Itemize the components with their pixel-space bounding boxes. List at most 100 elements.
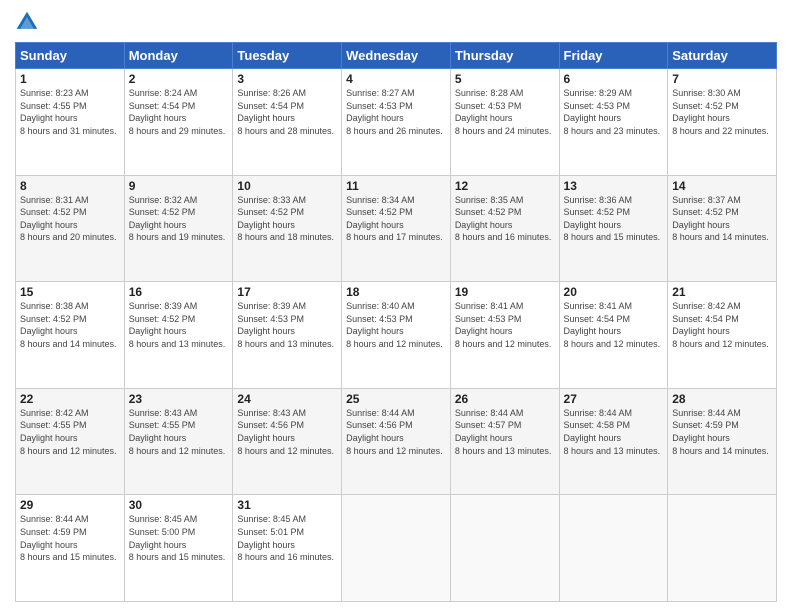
calendar-cell: 11Sunrise: 8:34 AMSunset: 4:52 PMDayligh… (342, 175, 451, 282)
day-info: Sunrise: 8:40 AMSunset: 4:53 PMDaylight … (346, 300, 446, 350)
day-number: 22 (20, 392, 120, 406)
day-header-tuesday: Tuesday (233, 43, 342, 69)
day-header-wednesday: Wednesday (342, 43, 451, 69)
day-number: 13 (564, 179, 664, 193)
calendar-cell: 9Sunrise: 8:32 AMSunset: 4:52 PMDaylight… (124, 175, 233, 282)
page: SundayMondayTuesdayWednesdayThursdayFrid… (0, 0, 792, 612)
day-number: 26 (455, 392, 555, 406)
calendar-cell (559, 495, 668, 602)
day-number: 9 (129, 179, 229, 193)
calendar-cell: 7Sunrise: 8:30 AMSunset: 4:52 PMDaylight… (668, 69, 777, 176)
day-info: Sunrise: 8:31 AMSunset: 4:52 PMDaylight … (20, 194, 120, 244)
day-number: 20 (564, 285, 664, 299)
calendar-cell: 26Sunrise: 8:44 AMSunset: 4:57 PMDayligh… (450, 388, 559, 495)
day-number: 15 (20, 285, 120, 299)
day-number: 19 (455, 285, 555, 299)
day-info: Sunrise: 8:39 AMSunset: 4:52 PMDaylight … (129, 300, 229, 350)
day-info: Sunrise: 8:44 AMSunset: 4:59 PMDaylight … (672, 407, 772, 457)
week-row-3: 15Sunrise: 8:38 AMSunset: 4:52 PMDayligh… (16, 282, 777, 389)
day-number: 24 (237, 392, 337, 406)
day-header-saturday: Saturday (668, 43, 777, 69)
day-info: Sunrise: 8:42 AMSunset: 4:55 PMDaylight … (20, 407, 120, 457)
calendar-cell: 22Sunrise: 8:42 AMSunset: 4:55 PMDayligh… (16, 388, 125, 495)
calendar-cell: 30Sunrise: 8:45 AMSunset: 5:00 PMDayligh… (124, 495, 233, 602)
day-info: Sunrise: 8:24 AMSunset: 4:54 PMDaylight … (129, 87, 229, 137)
header-row: SundayMondayTuesdayWednesdayThursdayFrid… (16, 43, 777, 69)
day-header-monday: Monday (124, 43, 233, 69)
calendar-cell (342, 495, 451, 602)
day-number: 23 (129, 392, 229, 406)
day-info: Sunrise: 8:35 AMSunset: 4:52 PMDaylight … (455, 194, 555, 244)
week-row-4: 22Sunrise: 8:42 AMSunset: 4:55 PMDayligh… (16, 388, 777, 495)
day-info: Sunrise: 8:30 AMSunset: 4:52 PMDaylight … (672, 87, 772, 137)
day-number: 12 (455, 179, 555, 193)
calendar-cell: 18Sunrise: 8:40 AMSunset: 4:53 PMDayligh… (342, 282, 451, 389)
day-number: 8 (20, 179, 120, 193)
day-number: 6 (564, 72, 664, 86)
day-info: Sunrise: 8:39 AMSunset: 4:53 PMDaylight … (237, 300, 337, 350)
logo (15, 10, 43, 34)
day-number: 3 (237, 72, 337, 86)
header (15, 10, 777, 34)
day-number: 27 (564, 392, 664, 406)
day-info: Sunrise: 8:43 AMSunset: 4:56 PMDaylight … (237, 407, 337, 457)
day-number: 18 (346, 285, 446, 299)
calendar-cell (450, 495, 559, 602)
calendar-cell: 1Sunrise: 8:23 AMSunset: 4:55 PMDaylight… (16, 69, 125, 176)
calendar-cell: 12Sunrise: 8:35 AMSunset: 4:52 PMDayligh… (450, 175, 559, 282)
calendar-cell: 13Sunrise: 8:36 AMSunset: 4:52 PMDayligh… (559, 175, 668, 282)
calendar-cell: 28Sunrise: 8:44 AMSunset: 4:59 PMDayligh… (668, 388, 777, 495)
day-info: Sunrise: 8:27 AMSunset: 4:53 PMDaylight … (346, 87, 446, 137)
calendar: SundayMondayTuesdayWednesdayThursdayFrid… (15, 42, 777, 602)
calendar-header: SundayMondayTuesdayWednesdayThursdayFrid… (16, 43, 777, 69)
day-number: 16 (129, 285, 229, 299)
day-info: Sunrise: 8:43 AMSunset: 4:55 PMDaylight … (129, 407, 229, 457)
day-number: 4 (346, 72, 446, 86)
day-info: Sunrise: 8:26 AMSunset: 4:54 PMDaylight … (237, 87, 337, 137)
day-number: 29 (20, 498, 120, 512)
day-info: Sunrise: 8:44 AMSunset: 4:59 PMDaylight … (20, 513, 120, 563)
day-info: Sunrise: 8:41 AMSunset: 4:53 PMDaylight … (455, 300, 555, 350)
day-info: Sunrise: 8:32 AMSunset: 4:52 PMDaylight … (129, 194, 229, 244)
day-number: 17 (237, 285, 337, 299)
day-info: Sunrise: 8:36 AMSunset: 4:52 PMDaylight … (564, 194, 664, 244)
day-header-friday: Friday (559, 43, 668, 69)
day-number: 25 (346, 392, 446, 406)
calendar-cell (668, 495, 777, 602)
day-number: 7 (672, 72, 772, 86)
week-row-2: 8Sunrise: 8:31 AMSunset: 4:52 PMDaylight… (16, 175, 777, 282)
calendar-cell: 4Sunrise: 8:27 AMSunset: 4:53 PMDaylight… (342, 69, 451, 176)
calendar-cell: 20Sunrise: 8:41 AMSunset: 4:54 PMDayligh… (559, 282, 668, 389)
day-info: Sunrise: 8:23 AMSunset: 4:55 PMDaylight … (20, 87, 120, 137)
calendar-cell: 6Sunrise: 8:29 AMSunset: 4:53 PMDaylight… (559, 69, 668, 176)
day-number: 10 (237, 179, 337, 193)
day-number: 31 (237, 498, 337, 512)
logo-icon (15, 10, 39, 34)
calendar-cell: 3Sunrise: 8:26 AMSunset: 4:54 PMDaylight… (233, 69, 342, 176)
calendar-cell: 10Sunrise: 8:33 AMSunset: 4:52 PMDayligh… (233, 175, 342, 282)
calendar-cell: 25Sunrise: 8:44 AMSunset: 4:56 PMDayligh… (342, 388, 451, 495)
calendar-cell: 27Sunrise: 8:44 AMSunset: 4:58 PMDayligh… (559, 388, 668, 495)
day-info: Sunrise: 8:42 AMSunset: 4:54 PMDaylight … (672, 300, 772, 350)
calendar-cell: 21Sunrise: 8:42 AMSunset: 4:54 PMDayligh… (668, 282, 777, 389)
calendar-cell: 2Sunrise: 8:24 AMSunset: 4:54 PMDaylight… (124, 69, 233, 176)
calendar-body: 1Sunrise: 8:23 AMSunset: 4:55 PMDaylight… (16, 69, 777, 602)
week-row-1: 1Sunrise: 8:23 AMSunset: 4:55 PMDaylight… (16, 69, 777, 176)
day-header-thursday: Thursday (450, 43, 559, 69)
calendar-cell: 16Sunrise: 8:39 AMSunset: 4:52 PMDayligh… (124, 282, 233, 389)
calendar-cell: 5Sunrise: 8:28 AMSunset: 4:53 PMDaylight… (450, 69, 559, 176)
calendar-cell: 8Sunrise: 8:31 AMSunset: 4:52 PMDaylight… (16, 175, 125, 282)
week-row-5: 29Sunrise: 8:44 AMSunset: 4:59 PMDayligh… (16, 495, 777, 602)
day-info: Sunrise: 8:37 AMSunset: 4:52 PMDaylight … (672, 194, 772, 244)
day-number: 11 (346, 179, 446, 193)
calendar-cell: 17Sunrise: 8:39 AMSunset: 4:53 PMDayligh… (233, 282, 342, 389)
calendar-cell: 15Sunrise: 8:38 AMSunset: 4:52 PMDayligh… (16, 282, 125, 389)
day-info: Sunrise: 8:38 AMSunset: 4:52 PMDaylight … (20, 300, 120, 350)
day-info: Sunrise: 8:28 AMSunset: 4:53 PMDaylight … (455, 87, 555, 137)
day-number: 30 (129, 498, 229, 512)
calendar-cell: 23Sunrise: 8:43 AMSunset: 4:55 PMDayligh… (124, 388, 233, 495)
day-info: Sunrise: 8:41 AMSunset: 4:54 PMDaylight … (564, 300, 664, 350)
day-info: Sunrise: 8:33 AMSunset: 4:52 PMDaylight … (237, 194, 337, 244)
day-header-sunday: Sunday (16, 43, 125, 69)
calendar-cell: 24Sunrise: 8:43 AMSunset: 4:56 PMDayligh… (233, 388, 342, 495)
